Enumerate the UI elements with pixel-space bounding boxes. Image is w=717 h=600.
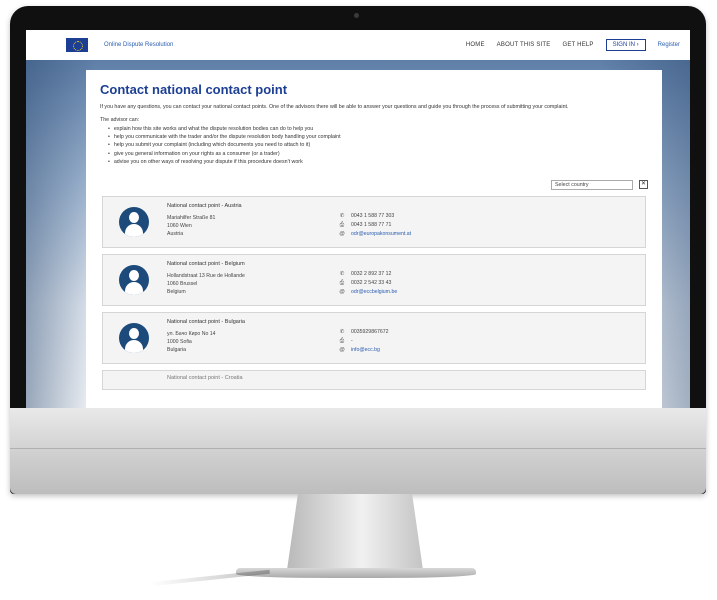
contact-details: ✆ 0032 2 892 37 12 ⎙ 0032 2 542 33 43 @ odr… [339,270,397,296]
monitor-stand [287,494,423,570]
select-country-dropdown[interactable]: Select country [551,179,633,190]
contact-name: National contact point - Croatia [167,374,243,381]
contact-address: ул. Бачо Киро No 14 1000 Sofia Bulgaria [167,330,216,354]
main-content: Contact national contact point If you ha… [86,70,662,408]
fax-icon: ⎙ [339,279,345,286]
contact-card-croatia: National contact point - Croatia [102,369,646,390]
monitor-stand-base [236,568,476,578]
phone-icon: ✆ [339,212,345,219]
contact-address: Mariahilfer Straße 81 1060 Wien Austria [167,214,216,238]
browser-screen: Online Dispute Resolution HOME ABOUT THI… [26,30,690,408]
user-icon [119,322,149,353]
site-header: Online Dispute Resolution HOME ABOUT THI… [26,30,690,60]
contact-name: National contact point - Bulgaria [167,318,245,325]
floor-shadow [150,569,270,587]
contact-phone: 0032 2 892 37 12 [351,271,392,278]
advisor-list: • explain how this site works and what th… [108,125,648,166]
nav-get-help[interactable]: GET HELP [562,42,593,48]
main-nav: HOME ABOUT THIS SITE GET HELP SIGN IN › … [466,39,680,51]
list-item: • explain how this site works and what th… [108,125,314,132]
contact-name: National contact point - Belgium [167,260,245,267]
phone-icon: ✆ [339,328,345,335]
list-item: • advise you on other ways of resolving y… [108,158,303,165]
contact-card-belgium: National contact point - Belgium Holland… [102,253,646,306]
intro-text: If you have any questions, you can conta… [100,104,569,110]
contact-email-link[interactable]: odr@eccbelgium.be [351,288,397,296]
fax-icon: ⎙ [339,337,345,344]
contact-details: ✆ 0043 1 588 77 303 ⎙ 0043 1 588 77 71 @ od… [339,212,411,238]
fax-icon: ⎙ [339,221,345,228]
contact-phone: 0043 1 588 77 303 [351,213,395,220]
chin-divider [10,448,706,449]
nav-about[interactable]: ABOUT THIS SITE [497,42,551,48]
contact-phone: 0035929867672 [351,329,389,336]
contact-fax: 0043 1 588 77 71 [351,221,392,228]
contact-email-link[interactable]: odr@europakonsument.at [351,230,411,238]
user-icon [119,206,149,237]
camera-icon [354,13,359,18]
list-item: • give you general information on your ri… [108,150,280,157]
contact-fax: 0032 2 542 33 43 [351,279,392,286]
contact-fax: - [351,337,353,344]
sign-in-button[interactable]: SIGN IN › [605,39,646,51]
phone-icon: ✆ [339,270,345,277]
contact-card-bulgaria: National contact point - Bulgaria ул. Ба… [102,311,646,364]
register-link[interactable]: Register [658,42,680,48]
list-item: • help you submit your complaint (includi… [108,142,311,149]
contact-list: National contact point - Austria Mariahi… [100,195,648,390]
email-icon: @ [339,288,345,295]
contact-email-link[interactable]: info@ecc.bg [351,346,380,354]
email-icon: @ [339,346,345,353]
advisor-heading: The advisor can: [100,116,140,123]
contact-details: ✆ 0035929867672 ⎙ - @ info@ecc.bg [339,328,389,354]
clear-filter-icon[interactable]: ✕ [639,180,648,190]
site-title[interactable]: Online Dispute Resolution [104,42,173,48]
nav-home[interactable]: HOME [466,42,485,48]
contact-card-austria: National contact point - Austria Mariahi… [102,195,646,248]
user-icon [119,264,149,295]
page-title: Contact national contact point [100,82,288,97]
contact-name: National contact point - Austria [167,202,242,209]
email-icon: @ [339,230,345,237]
contact-address: Hollandstraat 13 Rue de Hollande 1060 Br… [167,272,245,296]
eu-flag-logo[interactable] [66,38,88,52]
monitor-chin [10,408,706,494]
list-item: • help you communicate with the trader an… [108,134,341,141]
country-filter: Select country ✕ [100,179,648,190]
